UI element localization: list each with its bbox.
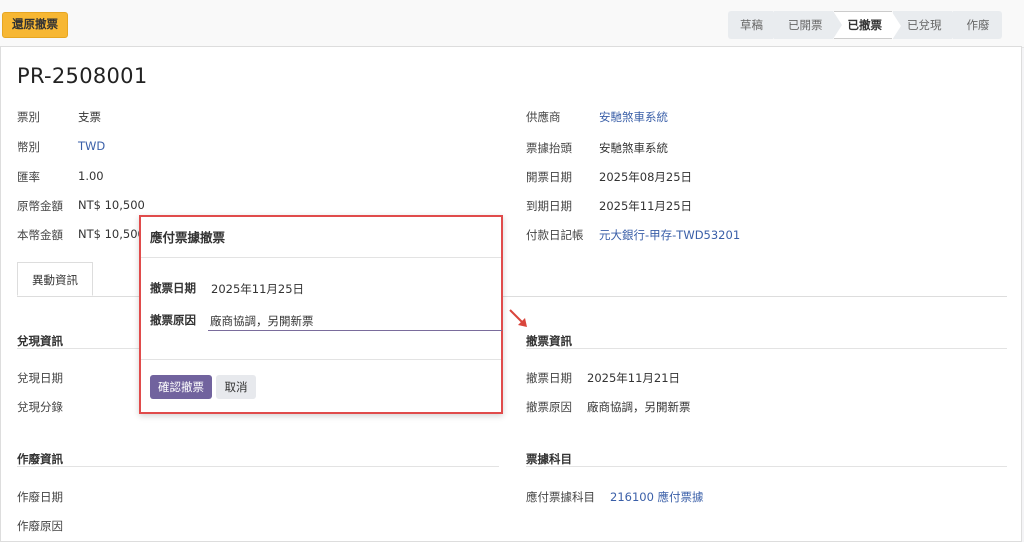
- field-label-local-amount: 本幣金額: [17, 228, 63, 242]
- field-value-issue-date: 2025年08月25日: [599, 170, 693, 184]
- field-value-local-amount: NT$ 10,500: [78, 227, 145, 241]
- field-value-type: 支票: [78, 110, 101, 124]
- field-value-payee: 安馳煞車系統: [599, 141, 668, 155]
- field-label-rate: 匯率: [17, 170, 40, 184]
- field-value-due-date: 2025年11月25日: [599, 199, 693, 213]
- dialog-date-value[interactable]: 2025年11月25日: [211, 281, 304, 297]
- withdraw-dialog: 應付票據撤票 撤票日期 2025年11月25日 撤票原因 確認撤票 取消: [139, 215, 503, 414]
- status-bar: 草稿 已開票 已撤票 已兌現 作廢: [728, 11, 1003, 40]
- field-label-payee: 票據抬頭: [526, 141, 572, 155]
- section-divider-account: [526, 466, 1007, 467]
- field-value-withdraw-date: 2025年11月21日: [587, 371, 681, 385]
- dialog-reason-input[interactable]: [208, 311, 502, 331]
- status-step-withdrawn[interactable]: 已撤票: [833, 11, 901, 40]
- field-label-original-amount: 原幣金額: [17, 199, 63, 213]
- section-divider-withdraw: [526, 348, 1007, 349]
- confirm-withdraw-button[interactable]: 確認撤票: [150, 375, 212, 399]
- dialog-date-label: 撤票日期: [150, 281, 196, 295]
- arrow-right-icon: [509, 309, 527, 327]
- restore-withdraw-button[interactable]: 還原撤票: [2, 12, 68, 38]
- field-label-due-date: 到期日期: [526, 199, 572, 213]
- field-value-payment-journal[interactable]: 元大銀行-甲存-TWD53201: [599, 227, 740, 243]
- field-label-void-reason: 作廢原因: [17, 519, 63, 533]
- status-step-cashed[interactable]: 已兌現: [893, 11, 960, 39]
- record-title: PR-2508001: [17, 64, 148, 88]
- field-label-cash-date: 兌現日期: [17, 371, 63, 385]
- dialog-footer-divider: [141, 359, 501, 360]
- field-label-withdraw-reason: 撤票原因: [526, 400, 572, 414]
- field-label-notes-account: 應付票據科目: [526, 490, 595, 504]
- field-value-rate: 1.00: [78, 169, 104, 183]
- field-label-cash-entry: 兌現分錄: [17, 400, 63, 414]
- section-title-account: 票據科目: [526, 452, 572, 466]
- field-value-notes-account[interactable]: 216100 應付票據: [610, 489, 704, 505]
- field-value-original-amount: NT$ 10,500: [78, 198, 145, 212]
- field-label-withdraw-date: 撤票日期: [526, 371, 572, 385]
- section-title-cash: 兌現資訊: [17, 334, 63, 348]
- field-label-currency: 幣別: [17, 140, 40, 154]
- field-value-vendor[interactable]: 安馳煞車系統: [599, 109, 668, 125]
- dialog-title: 應付票據撤票: [150, 230, 226, 245]
- field-label-vendor: 供應商: [526, 110, 561, 124]
- section-divider-cash: [17, 348, 139, 349]
- section-title-withdraw: 撤票資訊: [526, 334, 572, 348]
- field-value-currency[interactable]: TWD: [78, 139, 105, 153]
- status-step-issued[interactable]: 已開票: [774, 11, 841, 39]
- dialog-header-divider: [141, 257, 501, 258]
- dialog-reason-label: 撤票原因: [150, 313, 196, 327]
- status-step-draft[interactable]: 草稿: [728, 11, 782, 39]
- field-label-void-date: 作廢日期: [17, 490, 63, 504]
- control-bar: 還原撤票 草稿 已開票 已撤票 已兌現 作廢: [0, 0, 1024, 48]
- section-title-void: 作廢資訊: [17, 452, 63, 466]
- field-value-withdraw-reason: 廠商協調，另開新票: [587, 400, 691, 414]
- cancel-button[interactable]: 取消: [216, 375, 256, 399]
- field-label-payment-journal: 付款日記帳: [526, 228, 584, 242]
- section-divider-void: [17, 466, 499, 467]
- field-label-issue-date: 開票日期: [526, 170, 572, 184]
- field-label-type: 票別: [17, 110, 40, 124]
- tab-change-info[interactable]: 異動資訊: [17, 262, 93, 296]
